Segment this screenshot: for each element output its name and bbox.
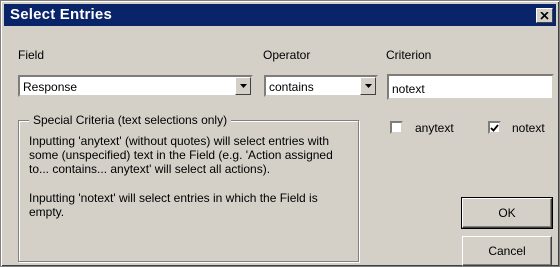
criterion-input[interactable]: [387, 74, 554, 100]
field-select[interactable]: Response: [18, 75, 253, 97]
special-criteria-group: Special Criteria (text selections only) …: [18, 113, 359, 262]
anytext-checkbox[interactable]: [390, 121, 403, 134]
operator-select[interactable]: contains: [264, 75, 378, 97]
operator-dropdown-button[interactable]: [360, 77, 376, 95]
field-label: Field: [18, 48, 45, 62]
dialog-title: Select Entries: [10, 6, 113, 23]
title-bar[interactable]: Select Entries: [4, 4, 556, 26]
close-icon: [540, 11, 549, 20]
operator-label: Operator: [263, 48, 311, 62]
ok-button[interactable]: OK: [461, 197, 553, 229]
checkmark-icon: [490, 123, 499, 132]
dropdown-arrow-icon: [364, 84, 372, 88]
close-button[interactable]: [536, 8, 553, 23]
notext-help-text: Inputting 'notext' will select entries i…: [29, 191, 318, 219]
operator-select-value: contains: [269, 80, 314, 94]
anytext-checkbox-label: anytext: [415, 121, 454, 135]
criterion-label: Criterion: [386, 48, 432, 62]
notext-checkbox-label: notext: [512, 121, 545, 135]
anytext-help-text: Inputting 'anytext' (without quotes) wil…: [29, 134, 333, 176]
notext-checkbox[interactable]: [488, 121, 501, 134]
select-entries-dialog: Select Entries Field Operator Criterion …: [0, 0, 560, 267]
field-select-value: Response: [23, 80, 78, 94]
special-criteria-title: Special Criteria (text selections only): [29, 113, 232, 127]
dropdown-arrow-icon: [239, 84, 247, 88]
cancel-button[interactable]: Cancel: [462, 236, 552, 266]
field-dropdown-button[interactable]: [235, 77, 251, 95]
